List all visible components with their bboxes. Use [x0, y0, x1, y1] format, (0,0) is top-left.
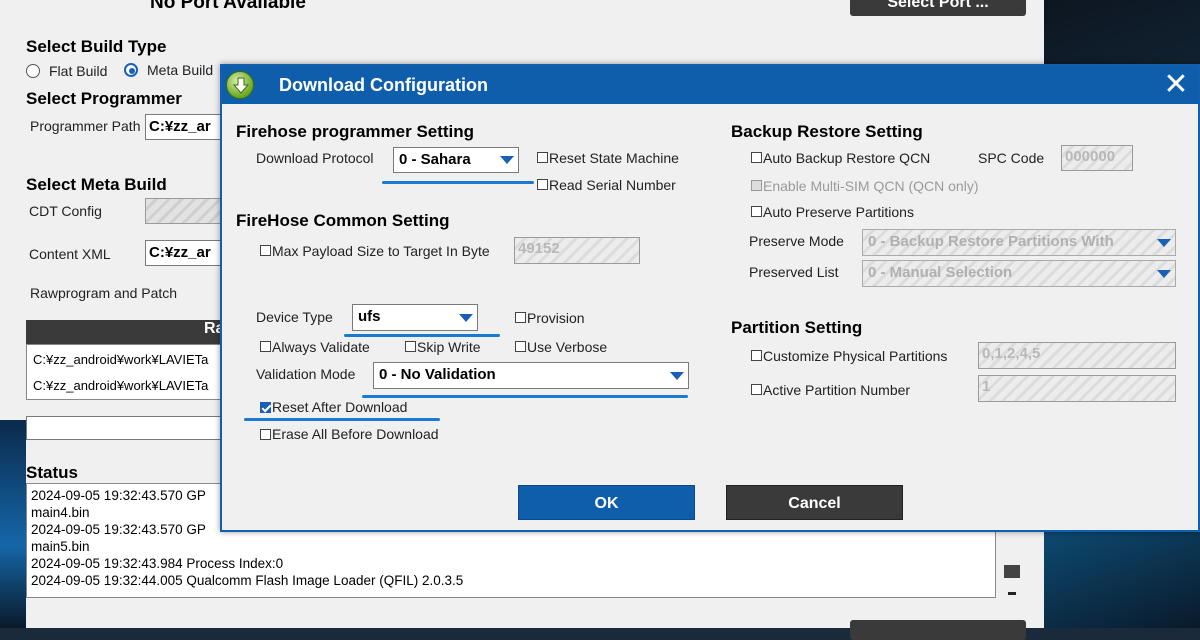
- active-partition-label: Active Partition Number: [763, 382, 911, 398]
- max-payload-field: 49152: [514, 237, 640, 264]
- skip-write-label: Skip Write: [417, 339, 481, 355]
- build-type-heading: Select Build Type: [26, 37, 167, 56]
- chevron-down-icon: [1157, 269, 1171, 278]
- validation-mode-label: Validation Mode: [256, 366, 356, 382]
- status-heading: Status: [26, 463, 78, 482]
- max-payload-label: Max Payload Size to Target In Byte: [272, 243, 490, 259]
- flat-build-label: Flat Build: [49, 63, 108, 79]
- customize-partitions-field: 0,1,2,4,5: [978, 342, 1176, 369]
- erase-all-label: Erase All Before Download: [272, 426, 439, 442]
- log-line: 2024-09-05 19:32:44.005 Qualcomm Flash I…: [31, 573, 464, 588]
- spc-code-label: SPC Code: [978, 150, 1045, 166]
- provision-label: Provision: [527, 310, 585, 326]
- preserve-mode-select: 0 - Backup Restore Partitions With: [862, 229, 1176, 256]
- preserved-list-label: Preserved List: [749, 264, 839, 280]
- annotation-underline: [344, 334, 500, 337]
- active-partition-field: 1: [978, 375, 1176, 402]
- preserved-list-select: 0 - Manual Selection: [862, 260, 1176, 287]
- download-protocol-label: Download Protocol: [256, 150, 374, 166]
- table-row[interactable]: C:¥zz_android¥work¥LAVIETa: [33, 352, 225, 367]
- select-port-button[interactable]: Select Port ...: [850, 0, 1026, 16]
- progress-bar: [26, 416, 226, 440]
- dialog-titlebar[interactable]: Download Configuration ✕: [222, 66, 1198, 104]
- close-icon[interactable]: ✕: [1158, 68, 1194, 102]
- validation-mode-select[interactable]: 0 - No Validation: [373, 362, 689, 389]
- scroll-thumb-icon[interactable]: [1004, 565, 1020, 578]
- bottom-button[interactable]: [850, 620, 1026, 640]
- always-validate-label: Always Validate: [272, 339, 370, 355]
- active-partition-checkbox[interactable]: [751, 384, 762, 395]
- auto-backup-qcn-label: Auto Backup Restore QCN: [763, 150, 931, 166]
- download-configuration-dialog: Download Configuration ✕ Firehose progra…: [220, 64, 1200, 532]
- meta-build-radio[interactable]: [124, 63, 138, 77]
- read-serial-number-label: Read Serial Number: [549, 177, 676, 193]
- programmer-path-field[interactable]: C:¥zz_ar: [145, 114, 223, 140]
- preserve-mode-value: 0 - Backup Restore Partitions With: [868, 233, 1114, 250]
- content-xml-label: Content XML: [29, 246, 111, 262]
- enable-multi-sim-checkbox: [751, 180, 762, 191]
- chevron-down-icon: [1157, 238, 1171, 247]
- port-status-text: No Port Available: [150, 0, 306, 13]
- dialog-title: Download Configuration: [279, 75, 488, 95]
- device-type-label: Device Type: [256, 309, 333, 325]
- scroll-dash-icon: [1008, 592, 1016, 595]
- skip-write-checkbox[interactable]: [405, 341, 416, 352]
- chevron-down-icon: [500, 156, 514, 164]
- enable-multi-sim-label: Enable Multi-SIM QCN (QCN only): [763, 178, 979, 194]
- cdt-config-field: [145, 198, 223, 224]
- always-validate-checkbox[interactable]: [260, 341, 271, 352]
- chevron-down-icon: [459, 313, 473, 322]
- firehose-common-heading: FireHose Common Setting: [236, 211, 450, 230]
- customize-partitions-label: Customize Physical Partitions: [763, 348, 948, 364]
- reset-state-machine-checkbox[interactable]: [537, 152, 548, 163]
- ok-button[interactable]: OK: [518, 485, 695, 520]
- use-verbose-label: Use Verbose: [527, 339, 608, 355]
- flat-build-radio[interactable]: [26, 64, 40, 78]
- rawprogram-label: Rawprogram and Patch: [30, 285, 178, 301]
- cancel-button[interactable]: Cancel: [726, 485, 903, 520]
- annotation-underline: [382, 181, 534, 184]
- use-verbose-checkbox[interactable]: [515, 341, 526, 352]
- download-arrow-icon: [226, 71, 254, 99]
- preserve-mode-label: Preserve Mode: [749, 233, 844, 249]
- firehose-programmer-heading: Firehose programmer Setting: [236, 122, 475, 141]
- download-protocol-value: 0 - Sahara: [399, 151, 471, 168]
- meta-build-label: Meta Build: [147, 62, 214, 78]
- auto-backup-qcn-checkbox[interactable]: [751, 152, 762, 163]
- table-row[interactable]: C:¥zz_android¥work¥LAVIETa: [33, 378, 225, 393]
- backup-restore-heading: Backup Restore Setting: [731, 122, 923, 141]
- desktop-background-left: [0, 420, 26, 628]
- auto-preserve-checkbox[interactable]: [751, 206, 762, 217]
- programmer-heading: Select Programmer: [26, 89, 182, 108]
- programmer-path-label: Programmer Path: [30, 118, 141, 134]
- customize-partitions-checkbox[interactable]: [751, 350, 762, 361]
- max-payload-checkbox[interactable]: [260, 245, 271, 256]
- cdt-config-label: CDT Config: [29, 203, 102, 219]
- log-line: 2024-09-05 19:32:43.984 Process Index:0: [31, 556, 284, 571]
- erase-all-checkbox[interactable]: [260, 429, 271, 440]
- provision-checkbox[interactable]: [515, 312, 526, 323]
- auto-preserve-label: Auto Preserve Partitions: [763, 204, 914, 220]
- log-line: main5.bin: [31, 539, 90, 554]
- preserved-list-value: 0 - Manual Selection: [868, 264, 1013, 281]
- annotation-underline: [244, 418, 440, 421]
- device-type-value: ufs: [358, 308, 381, 325]
- chevron-down-icon: [670, 371, 684, 380]
- content-xml-field[interactable]: C:¥zz_ar: [145, 240, 223, 266]
- validation-mode-value: 0 - No Validation: [379, 366, 496, 383]
- meta-build-heading: Select Meta Build: [26, 175, 167, 194]
- rawprogram-table[interactable]: C:¥zz_android¥work¥LAVIETa C:¥zz_android…: [26, 344, 226, 400]
- device-type-select[interactable]: ufs: [352, 304, 478, 331]
- reset-after-download-checkbox[interactable]: [260, 402, 271, 413]
- partition-heading: Partition Setting: [731, 318, 863, 337]
- spc-code-field: 000000: [1061, 145, 1133, 171]
- rawprogram-table-header: Ra: [26, 320, 226, 344]
- annotation-underline: [362, 395, 688, 398]
- download-protocol-select[interactable]: 0 - Sahara: [393, 147, 519, 173]
- reset-after-download-label: Reset After Download: [272, 399, 408, 415]
- reset-state-machine-label: Reset State Machine: [549, 150, 679, 166]
- read-serial-number-checkbox[interactable]: [537, 179, 548, 190]
